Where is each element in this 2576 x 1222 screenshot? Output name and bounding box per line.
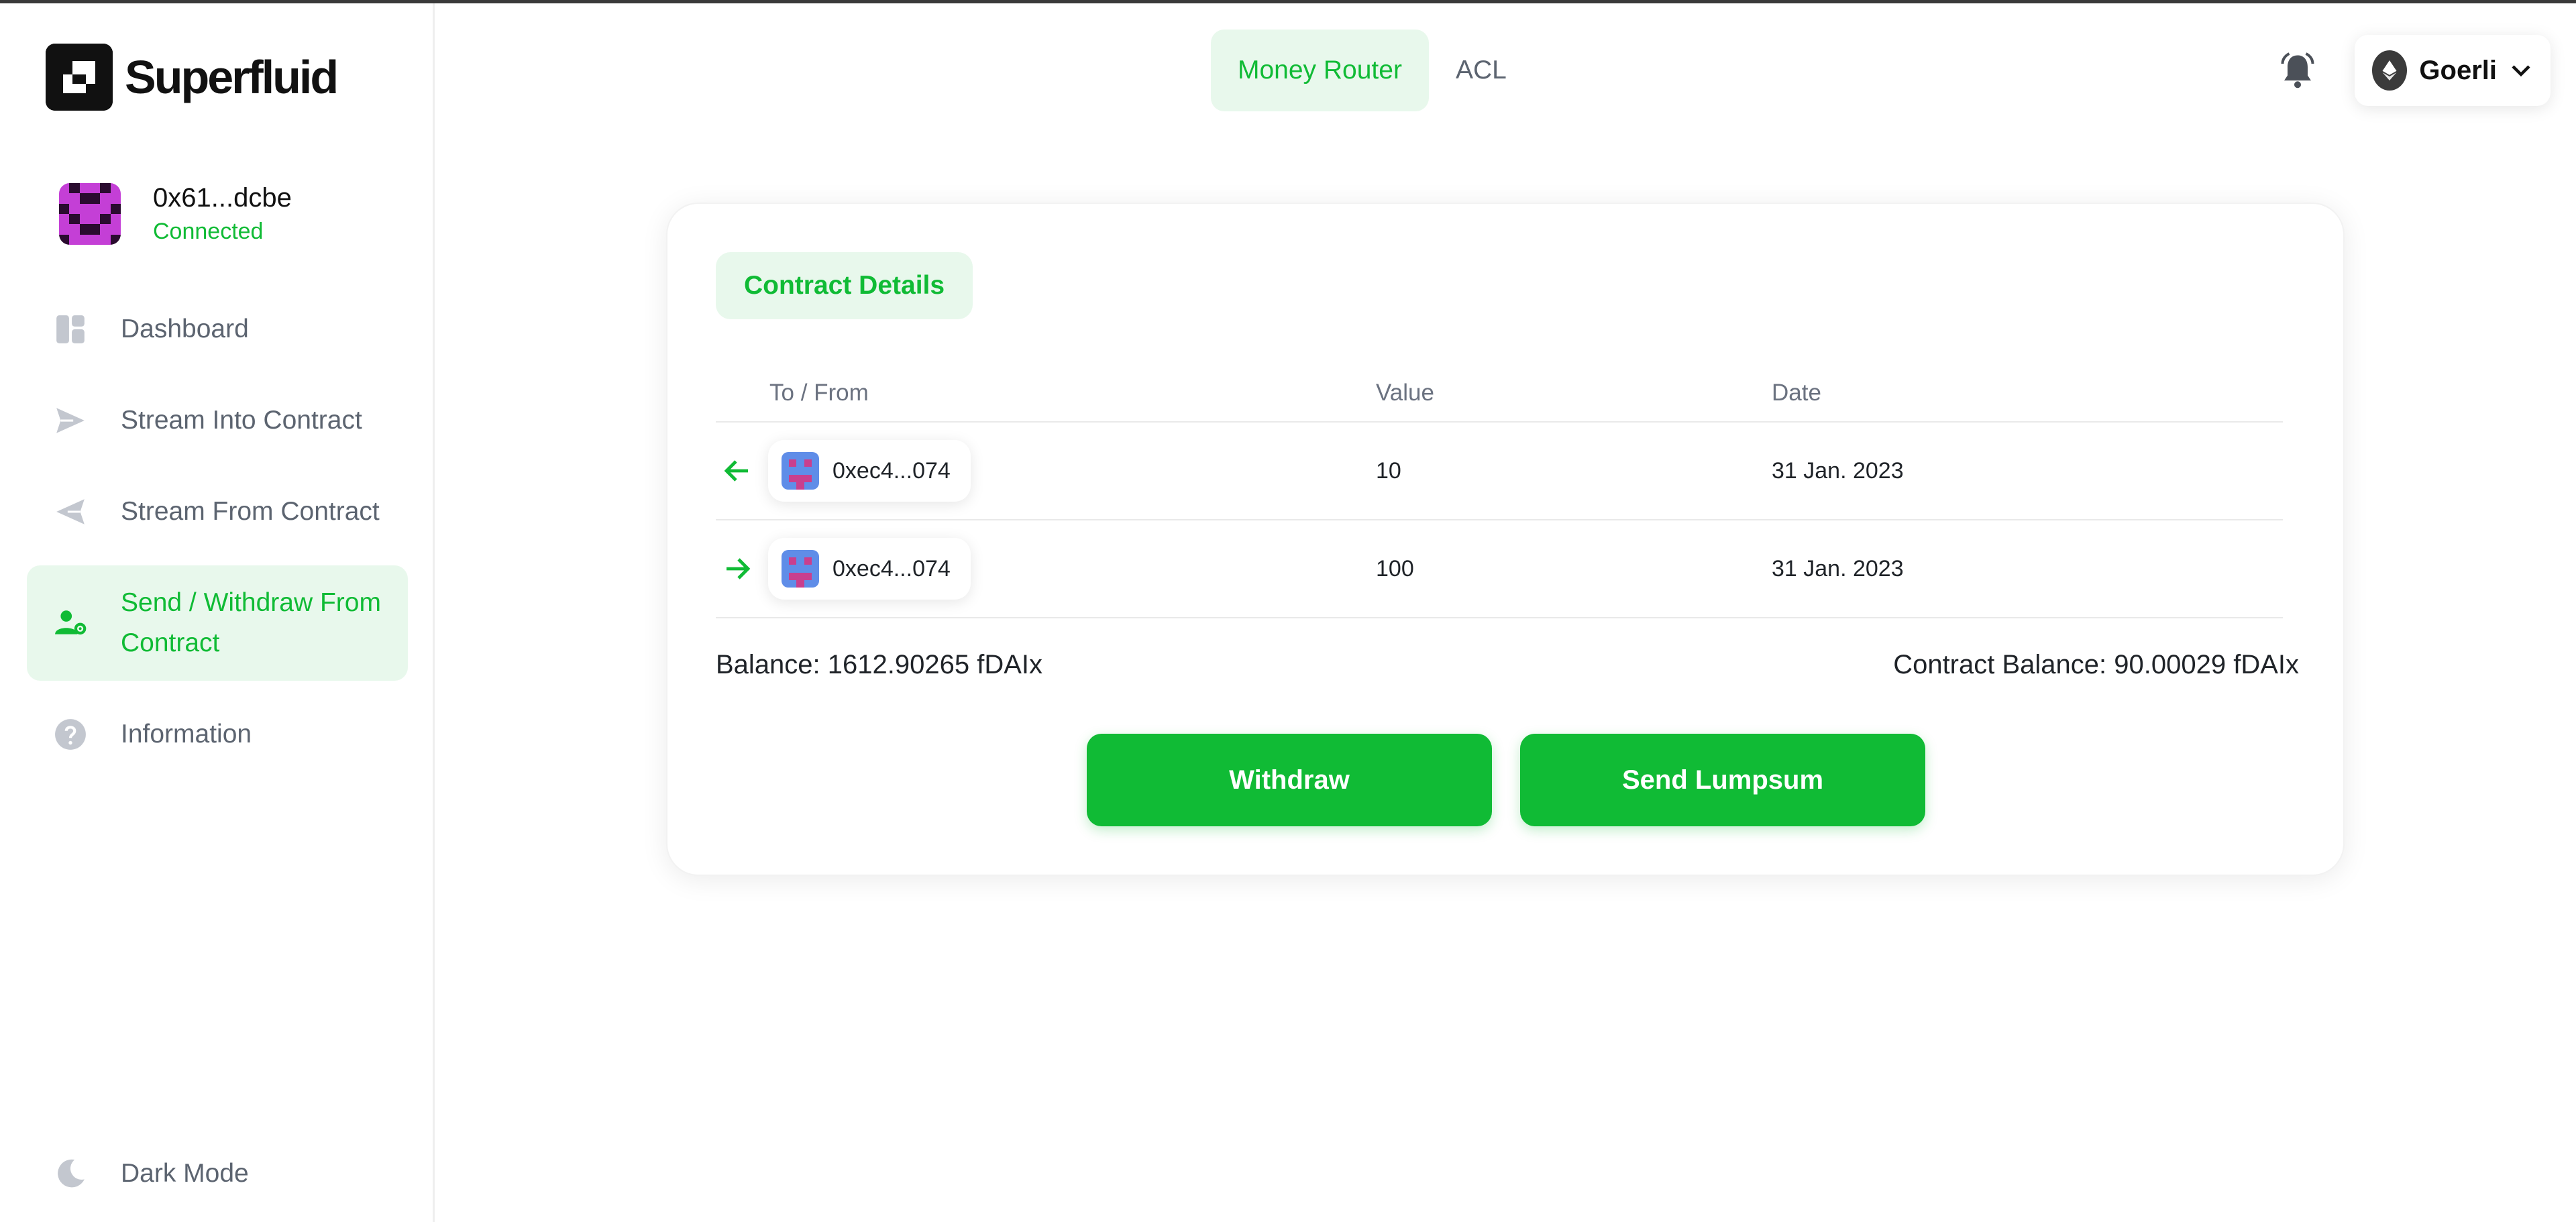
tab-money-router[interactable]: Money Router: [1211, 30, 1429, 111]
address-avatar: [782, 550, 819, 588]
connection-status: Connected: [153, 219, 264, 244]
top-tabs: Money Router ACL: [1211, 30, 1534, 111]
notifications-bell-icon[interactable]: [2277, 50, 2318, 91]
sidebar-item-stream-from-contract[interactable]: Stream From Contract: [27, 474, 408, 549]
dashboard-icon: [54, 313, 87, 346]
balances-row: Balance: 1612.90265 fDAIx Contract Balan…: [716, 650, 2299, 680]
table-header: To / From Value Date: [716, 365, 2283, 423]
dark-mode-label: Dark Mode: [121, 1159, 249, 1188]
superfluid-logo-icon: [46, 44, 113, 111]
sidebar-item-information[interactable]: Information: [27, 697, 408, 772]
contract-details-chip[interactable]: Contract Details: [716, 252, 973, 319]
row-address: 0xec4...074: [833, 555, 951, 581]
wallet-balance: Balance: 1612.90265 fDAIx: [716, 650, 1043, 679]
column-header-date: Date: [1772, 380, 1821, 406]
table-row[interactable]: 0xec4...074 10 31 Jan. 2023: [716, 423, 2283, 520]
row-address: 0xec4...074: [833, 457, 951, 484]
arrow-left-icon: [716, 449, 759, 492]
brand-logo[interactable]: Superfluid: [46, 44, 339, 111]
arrow-right-icon: [716, 547, 759, 590]
withdraw-button[interactable]: Withdraw: [1087, 734, 1492, 826]
account-address: 0x61...dcbe: [153, 183, 292, 213]
row-date: 31 Jan. 2023: [1772, 555, 1904, 581]
table-row[interactable]: 0xec4...074 100 31 Jan. 2023: [716, 520, 2283, 618]
ethereum-icon: [2372, 50, 2408, 91]
column-header-to-from: To / From: [769, 380, 869, 406]
account-info[interactable]: 0x61...dcbe Connected: [59, 183, 292, 245]
action-buttons: Withdraw Send Lumpsum: [1087, 734, 1925, 826]
brand-name: Superfluid: [125, 51, 339, 103]
transactions-table: To / From Value Date 0xec4...074 10 31 J…: [716, 365, 2283, 618]
chevron-down-icon: [2509, 58, 2533, 82]
tab-acl[interactable]: ACL: [1429, 30, 1534, 111]
network-name: Goerli: [2419, 55, 2497, 85]
address-chip[interactable]: 0xec4...074: [768, 538, 971, 600]
user-gear-icon: [54, 606, 87, 640]
sidebar: Superfluid 0x61...dcbe Connected Dashboa…: [0, 3, 435, 1222]
dark-mode-toggle[interactable]: Dark Mode: [54, 1157, 249, 1190]
network-selector[interactable]: Goerli: [2355, 35, 2551, 106]
send-lumpsum-button[interactable]: Send Lumpsum: [1520, 734, 1925, 826]
contract-details-card: Contract Details To / From Value Date 0x…: [666, 203, 2345, 876]
row-value: 10: [1376, 457, 1401, 484]
column-header-value: Value: [1376, 380, 1434, 406]
moon-icon: [54, 1157, 87, 1190]
sidebar-item-dashboard[interactable]: Dashboard: [27, 292, 408, 367]
sidebar-item-label: Send / Withdraw From Contract: [121, 588, 381, 657]
row-date: 31 Jan. 2023: [1772, 457, 1904, 484]
send-icon: [54, 404, 87, 437]
row-value: 100: [1376, 555, 1414, 581]
sidebar-item-send-withdraw[interactable]: Send / Withdraw From Contract: [27, 565, 408, 681]
contract-balance: Contract Balance: 90.00029 fDAIx: [1893, 650, 2299, 679]
address-chip[interactable]: 0xec4...074: [768, 440, 971, 502]
question-icon: [54, 718, 87, 751]
sidebar-item-label: Stream Into Contract: [121, 406, 362, 435]
sidebar-item-label: Information: [121, 720, 252, 748]
receive-icon: [54, 495, 87, 529]
sidebar-item-stream-into-contract[interactable]: Stream Into Contract: [27, 383, 408, 458]
sidebar-item-label: Dashboard: [121, 315, 249, 343]
address-avatar: [782, 452, 819, 490]
sidebar-nav: Dashboard Stream Into Contract Stream Fr…: [27, 292, 408, 788]
account-avatar: [59, 183, 121, 245]
sidebar-item-label: Stream From Contract: [121, 497, 380, 526]
